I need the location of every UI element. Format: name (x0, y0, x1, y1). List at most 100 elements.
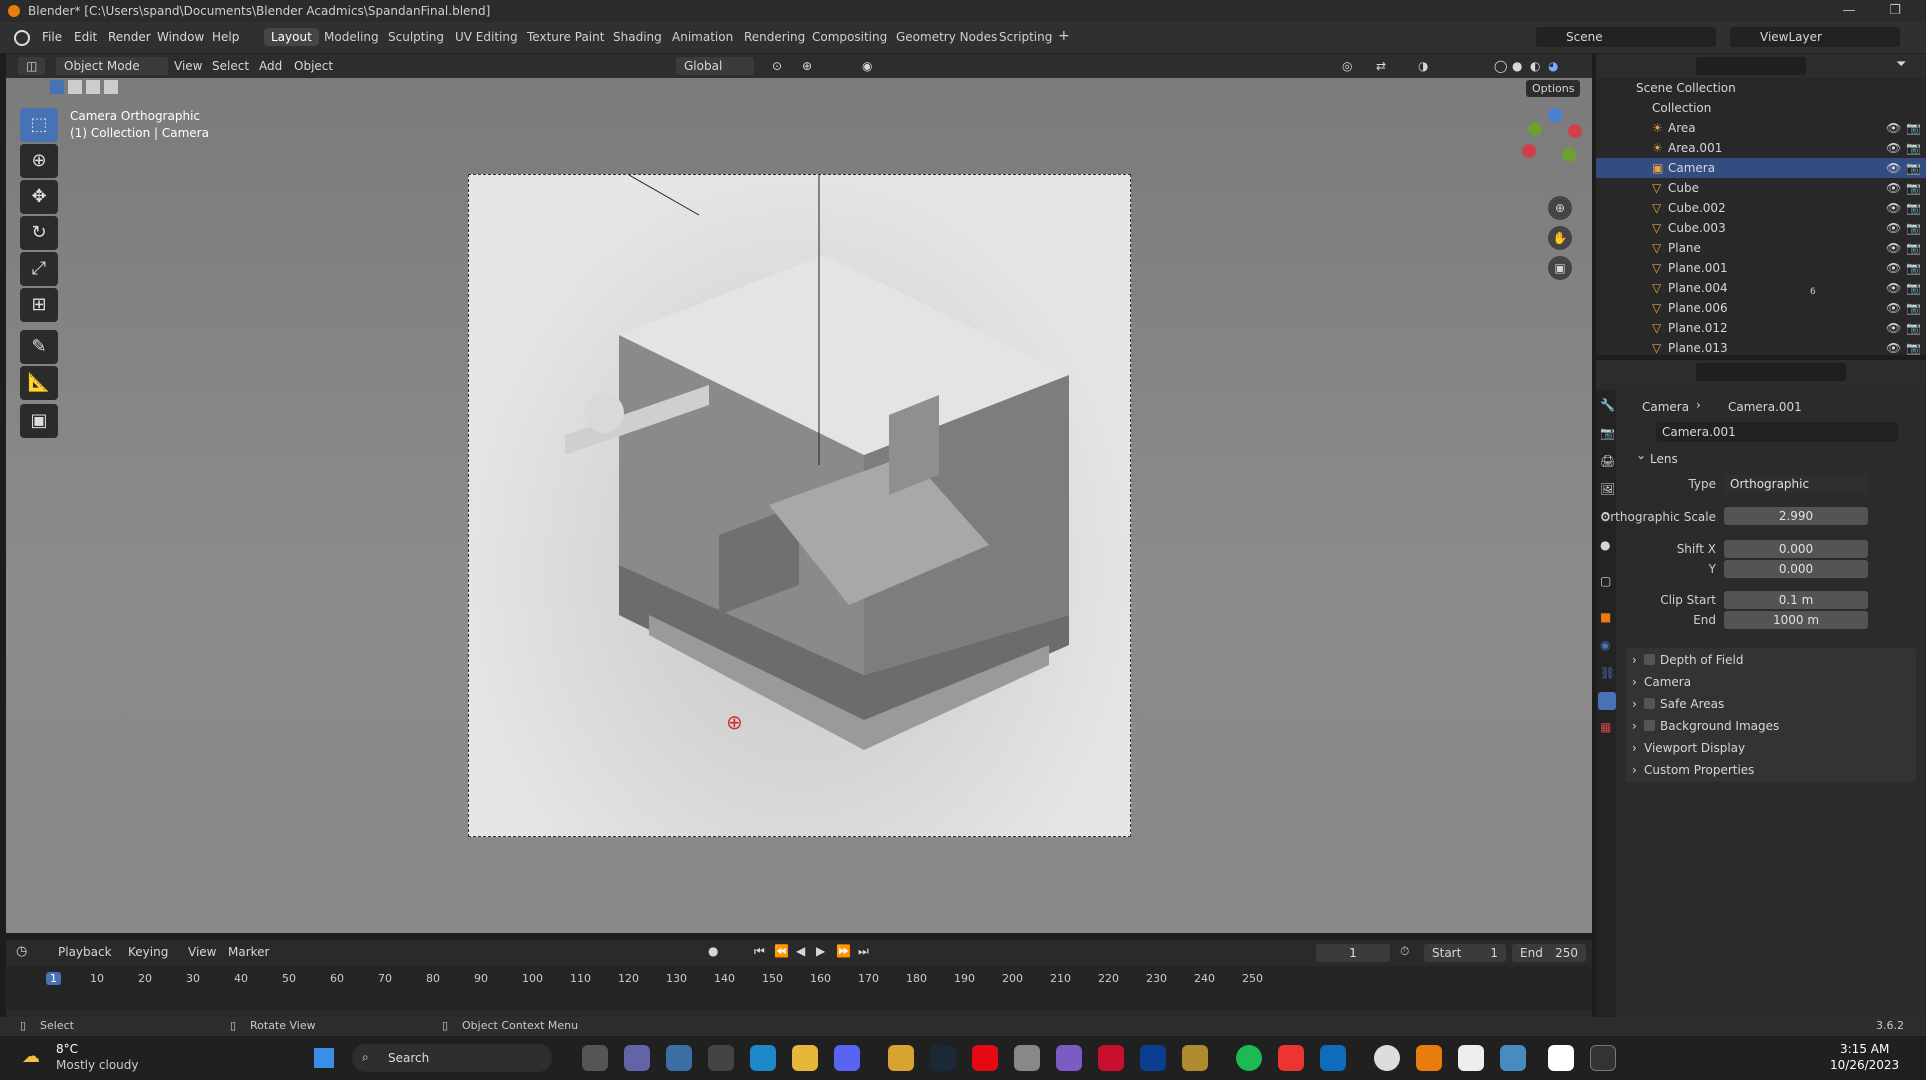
edge-icon[interactable] (750, 1045, 776, 1071)
outliner-item-area[interactable]: ☀ Area 👁 📷 (1596, 118, 1926, 138)
render-tab-icon[interactable]: 📷 (1600, 426, 1615, 440)
chrome-icon[interactable] (888, 1045, 914, 1071)
render-camera-icon[interactable]: 📷 (1906, 218, 1921, 238)
panel-safe-areas[interactable]: › Safe Areas (1626, 692, 1916, 716)
store-icon[interactable] (666, 1045, 692, 1071)
measure-tool-icon[interactable]: 📐 (20, 366, 58, 400)
discord-icon[interactable] (834, 1045, 860, 1071)
navigation-gizmo[interactable] (1522, 108, 1582, 168)
lens-panel-title[interactable]: Lens (1650, 452, 1678, 466)
pan-hand-icon[interactable]: ✋ (1548, 226, 1572, 250)
move-tool-icon[interactable]: ✥ (20, 180, 58, 214)
spotify-icon[interactable] (1236, 1045, 1262, 1071)
properties-search-input[interactable] (1696, 363, 1846, 381)
render-camera-icon[interactable]: 📷 (1906, 318, 1921, 338)
outliner-item-camera[interactable]: ▣ Camera 👁 📷 (1596, 158, 1926, 178)
world-tab-icon[interactable]: ● (1600, 538, 1610, 552)
options-dropdown[interactable]: Options (1526, 80, 1581, 97)
outlook-icon[interactable] (1320, 1045, 1346, 1071)
menu-render[interactable]: Render (108, 30, 151, 44)
view-layer-tab-icon[interactable]: 🖼 (1600, 482, 1615, 496)
shift-y-field[interactable]: 0.000 (1724, 560, 1868, 578)
current-frame-field[interactable]: 1 (1316, 944, 1390, 962)
solid-shading-icon[interactable]: ● (1512, 57, 1522, 75)
restore-icon[interactable]: ❐ (1872, 0, 1918, 22)
overlay-icon[interactable]: ◑ (1418, 57, 1428, 75)
playhead[interactable]: 1 (46, 972, 61, 985)
eye-icon[interactable]: 👁 (1886, 158, 1901, 178)
annotate-tool-icon[interactable]: ✎ (20, 330, 58, 364)
view-menu[interactable]: View (188, 945, 216, 959)
select-box-tool-icon[interactable]: ⬚ (20, 108, 58, 142)
teams-icon[interactable] (624, 1045, 650, 1071)
outliner-item-plane-006[interactable]: ▽ Plane.006 👁 📷 (1596, 298, 1926, 318)
steam-link-icon[interactable] (1374, 1045, 1400, 1071)
menu-window[interactable]: Window (157, 30, 204, 44)
outliner-item-area-001[interactable]: ☀ Area.001 👁 📷 (1596, 138, 1926, 158)
clock-time[interactable]: 3:15 AM (1840, 1042, 1889, 1056)
outliner-item-cube-003[interactable]: ▽ Cube.003 👁 📷 (1596, 218, 1926, 238)
menu-object[interactable]: Object (294, 57, 333, 75)
viewlayer-selector[interactable]: ViewLayer (1730, 27, 1900, 47)
tab-texture-paint[interactable]: Texture Paint (527, 30, 604, 44)
timeline[interactable]: ◷ Playback Keying View Marker ● ⏮ ⏪ ◀ ▶ … (6, 940, 1592, 1020)
weather-icon[interactable]: ☁ (22, 1046, 40, 1067)
blender-menu-icon[interactable] (14, 30, 30, 46)
gizmo-icon[interactable]: ⇄ (1376, 57, 1386, 75)
jump-end-icon[interactable]: ⏭ (858, 944, 869, 959)
opera-icon[interactable] (1098, 1045, 1124, 1071)
tab-modeling[interactable]: Modeling (324, 30, 379, 44)
tab-uv-editing[interactable]: UV Editing (455, 30, 518, 44)
panel-background-images[interactable]: › Background Images (1626, 714, 1916, 738)
outliner-item-plane-001[interactable]: ▽ Plane.001 👁 📷 (1596, 258, 1926, 278)
cursor-tool-icon[interactable]: ⊕ (20, 144, 58, 178)
task-view-icon[interactable] (582, 1045, 608, 1071)
physics-tab-icon[interactable]: ◉ (1600, 638, 1610, 652)
clock-date[interactable]: 10/26/2023 (1830, 1058, 1899, 1072)
scale-tool-icon[interactable]: ⤢ (20, 252, 58, 286)
pivot-icon[interactable]: ⊙ (772, 57, 782, 75)
panel-custom-properties[interactable]: › Custom Properties (1626, 758, 1916, 782)
panel-viewport-display[interactable]: › Viewport Display (1626, 736, 1916, 760)
camera-data-tab-icon[interactable] (1598, 692, 1616, 710)
steam-icon[interactable] (930, 1045, 956, 1071)
eye-icon[interactable]: 👁 (1886, 138, 1901, 158)
type-dropdown[interactable]: Orthographic (1724, 475, 1868, 493)
selection-mode-icons[interactable] (50, 80, 146, 100)
godot-icon[interactable] (1500, 1045, 1526, 1071)
tab-geometry-nodes[interactable]: Geometry Nodes (896, 30, 997, 44)
rotate-tool-icon[interactable]: ↻ (20, 216, 58, 250)
eye-icon[interactable]: 👁 (1886, 298, 1901, 318)
minimize-icon[interactable]: — (1826, 0, 1872, 22)
start-frame-field[interactable]: Start 1 (1424, 944, 1506, 962)
menu-add[interactable]: Add (259, 57, 282, 75)
tab-shading[interactable]: Shading (613, 30, 662, 44)
panel-depth-of-field[interactable]: › Depth of Field (1626, 648, 1916, 672)
camera-view-icon[interactable]: ▣ (1548, 256, 1572, 280)
prev-key-icon[interactable]: ⏪ (774, 944, 789, 958)
rendered-shading-icon[interactable]: ◕ (1548, 57, 1558, 75)
marker-menu[interactable]: Marker (228, 945, 269, 959)
tab-compositing[interactable]: Compositing (812, 30, 887, 44)
menu-select[interactable]: Select (212, 57, 249, 75)
stopwatch-icon[interactable]: ⏱ (1400, 944, 1409, 959)
next-key-icon[interactable]: ⏩ (836, 944, 851, 958)
render-camera-icon[interactable]: 📷 (1906, 258, 1921, 278)
render-camera-icon[interactable]: 📷 (1906, 138, 1921, 158)
timeline-editor-icon[interactable]: ◷ (16, 944, 27, 959)
netflix-icon[interactable] (972, 1045, 998, 1071)
menu-view[interactable]: View (174, 57, 202, 75)
add-workspace-icon[interactable]: + (1058, 28, 1070, 44)
eye-icon[interactable]: 👁 (1886, 278, 1901, 298)
filter-icon[interactable]: ⏷ (1896, 57, 1906, 72)
camera-datablock-field[interactable]: Camera.001 (1656, 422, 1898, 442)
eye-icon[interactable]: 👁 (1886, 218, 1901, 238)
properties-panel[interactable]: 🔧 📷 🖨 🖼 ⚙ ● ▢ ■ ◉ ⛓ ▦ Camera › Camera.00… (1596, 360, 1926, 1017)
eye-icon[interactable]: 👁 (1886, 178, 1901, 198)
render-camera-icon[interactable]: 📷 (1906, 118, 1921, 138)
snap-icon[interactable]: ⊕ (802, 57, 812, 75)
collection-tab-icon[interactable]: ▢ (1600, 574, 1611, 588)
play-reverse-icon[interactable]: ◀ (796, 944, 805, 958)
end-frame-field[interactable]: End 250 (1512, 944, 1586, 962)
app-icon[interactable] (1014, 1045, 1040, 1071)
